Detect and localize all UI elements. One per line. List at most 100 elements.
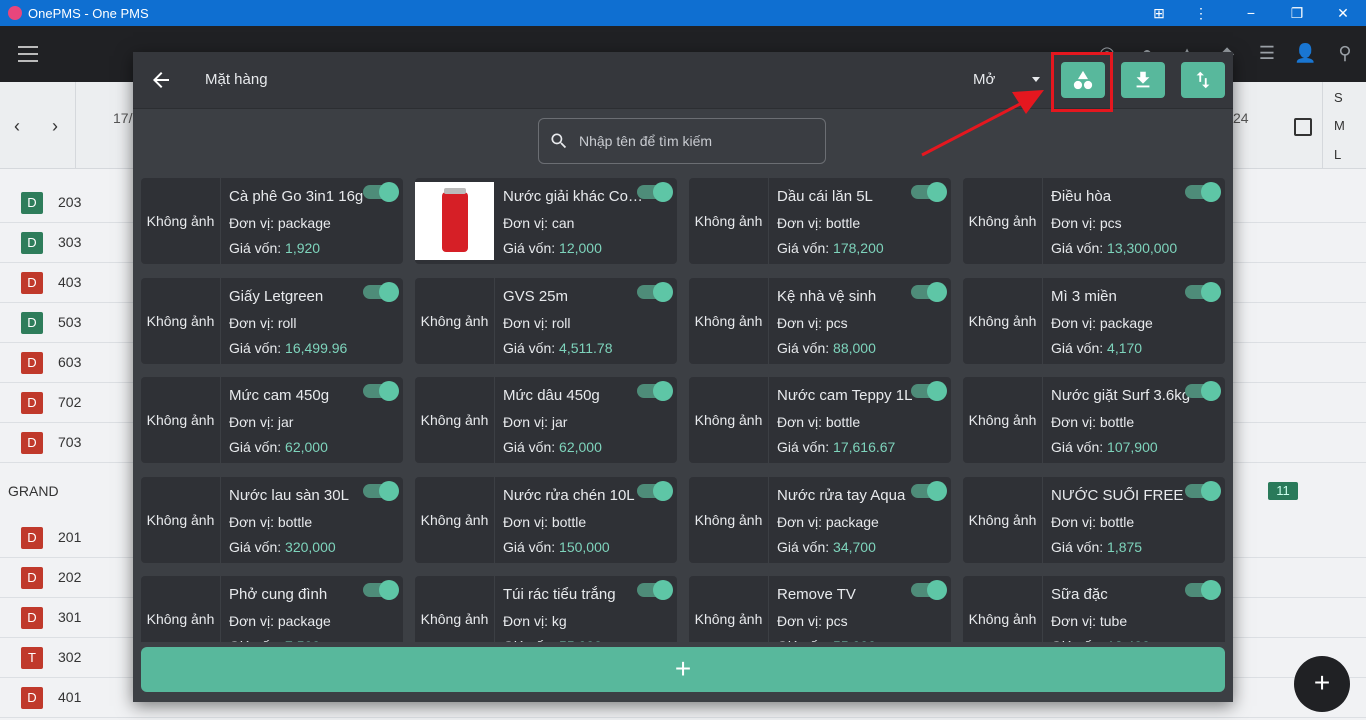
calendar-icon[interactable] (1294, 118, 1312, 136)
item-cost: Giá vốn: 88,000 (777, 340, 876, 356)
chevron-left-icon[interactable]: ‹ (14, 116, 20, 137)
room-number: 702 (58, 394, 82, 410)
item-name: Túi rác tiểu trắng (503, 586, 616, 603)
item-name: Điều hòa (1051, 188, 1112, 205)
item-card[interactable]: Không ảnh Phở cung đình Đơn vị: package Giá… (141, 576, 403, 642)
item-name: Nước cam Teppy 1L (777, 387, 913, 404)
unit-label: Đơn vị: (1051, 414, 1100, 430)
date-label-right: 24 (1233, 110, 1249, 126)
item-name: Kệ nhà vệ sinh (777, 287, 877, 305)
active-toggle[interactable] (1185, 580, 1221, 600)
toggle-knob (379, 281, 399, 302)
cost-value: 55,000 (833, 638, 876, 642)
item-card[interactable]: Không ảnh Nước rửa chén 10L Đơn vị: bottle… (415, 476, 677, 563)
add-fab-button[interactable]: + (1294, 656, 1350, 712)
active-toggle[interactable] (363, 580, 399, 600)
hamburger-menu-icon[interactable] (18, 46, 38, 67)
room-number: 603 (58, 354, 82, 370)
item-card[interactable]: Không ảnh Nước lau sàn 30L Đơn vị: bottle G… (141, 476, 403, 563)
minimize-button[interactable]: − (1228, 0, 1274, 26)
size-s[interactable]: S (1334, 90, 1343, 105)
active-toggle[interactable] (1185, 182, 1221, 202)
active-toggle[interactable] (637, 381, 673, 401)
item-card[interactable]: Không ảnh GVS 25m Đơn vị: roll Giá vốn: 4,5… (415, 277, 677, 364)
active-toggle[interactable] (363, 281, 399, 302)
items-dialog: Mặt hàng Mở Nhập tên để tìm kiếm Không ả… (133, 52, 1233, 702)
unit-value: jar (277, 414, 294, 430)
app-icon (8, 6, 22, 20)
item-cost: Giá vốn: 17,616.67 (777, 439, 895, 455)
item-card[interactable]: Không ảnh Mức dâu 450g Đơn vị: jar Giá vốn:… (415, 377, 677, 463)
no-image-placeholder: Không ảnh (415, 277, 495, 364)
cost-value: 4,511.78 (559, 339, 613, 356)
maximize-button[interactable]: ❐ (1274, 0, 1320, 26)
unit-value: bottle (277, 513, 313, 530)
item-name: Sữa đặc (1051, 586, 1108, 603)
more-options-icon[interactable]: ⋮ (1178, 0, 1224, 26)
item-card[interactable]: Không ảnh Remove TV Đơn vị: pcs Giá vốn: 55… (689, 576, 951, 642)
unit-value: pcs (1099, 215, 1122, 231)
search-icon (551, 133, 567, 149)
toggle-knob (1201, 580, 1221, 600)
unit-value: package (277, 215, 331, 231)
size-l[interactable]: L (1334, 147, 1341, 162)
add-item-button[interactable]: + (141, 647, 1225, 692)
active-toggle[interactable] (1185, 281, 1221, 302)
room-number: 303 (58, 234, 82, 250)
item-card[interactable]: Không ảnh Giấy Letgreen Đơn vị: roll Giá vố… (141, 277, 403, 364)
cost-label: Giá vốn: (777, 339, 834, 356)
item-card[interactable]: Không ảnh Nước cam Teppy 1L Đơn vị: bottle… (689, 377, 951, 463)
active-toggle[interactable] (911, 580, 947, 600)
active-toggle[interactable] (363, 480, 399, 501)
add-user-icon[interactable]: 👤 (1294, 43, 1316, 65)
item-card[interactable]: Không ảnh Cà phê Go 3in1 16g Đơn vị: packa… (141, 178, 403, 264)
unit-label: Đơn vị: (777, 513, 826, 530)
active-toggle[interactable] (637, 580, 673, 600)
active-toggle[interactable] (637, 182, 673, 202)
item-card[interactable]: Không ảnh Nước rửa tay Aqua Đơn vị: packag… (689, 476, 951, 563)
chevron-right-icon[interactable]: › (52, 116, 58, 137)
sort-button[interactable] (1181, 62, 1225, 98)
active-toggle[interactable] (911, 182, 947, 202)
active-toggle[interactable] (911, 480, 947, 501)
item-card[interactable]: Không ảnh Mì 3 miền Đơn vị: package Giá vốn… (963, 277, 1225, 364)
active-toggle[interactable] (637, 480, 673, 501)
status-badge: D (21, 352, 43, 374)
item-cost: Giá vốn: 12,400 (1051, 638, 1150, 642)
search-input[interactable]: Nhập tên để tìm kiếm (538, 118, 826, 164)
toggle-knob (379, 381, 399, 401)
back-arrow-icon[interactable] (149, 68, 173, 92)
no-image-placeholder: Không ảnh (415, 476, 495, 563)
size-m[interactable]: M (1334, 118, 1345, 133)
item-card[interactable]: Không ảnh Kệ nhà vệ sinh Đơn vị: pcs Giá vố… (689, 277, 951, 364)
close-button[interactable]: ✕ (1320, 0, 1366, 26)
download-button[interactable] (1121, 62, 1165, 98)
item-card[interactable]: Không ảnh NƯỚC SUỐI FREE Đơn vị: bottle Giá… (963, 476, 1225, 563)
item-card[interactable]: Không ảnh Nước giặt Surf 3.6kg Đơn vị: bot… (963, 377, 1225, 463)
item-card[interactable]: Không ảnh Điều hòa Đơn vị: pcs Giá vốn: 13,… (963, 178, 1225, 264)
item-name: Remove TV (777, 586, 856, 603)
item-unit: Đơn vị: bottle (1051, 514, 1134, 530)
active-toggle[interactable] (637, 281, 673, 302)
room-number: 703 (58, 434, 82, 450)
item-card[interactable]: Nước giải khác Coca Đơn vị: can Giá vốn: 1… (415, 178, 677, 264)
translate-icon[interactable]: ⊞ (1136, 0, 1182, 26)
active-toggle[interactable] (911, 381, 947, 401)
item-cost: Giá vốn: 107,900 (1051, 439, 1158, 455)
item-card[interactable]: Không ảnh Dầu cái lăn 5L Đơn vị: bottle Giá… (689, 178, 951, 264)
no-image-placeholder: Không ảnh (689, 178, 769, 264)
search-icon[interactable]: ⚲ (1334, 43, 1356, 65)
status-select[interactable]: Mở (973, 71, 995, 88)
toggle-knob (927, 480, 947, 501)
item-card[interactable]: Không ảnh Túi rác tiểu trắng Đơn vị: kg Giá… (415, 576, 677, 642)
active-toggle[interactable] (911, 281, 947, 302)
active-toggle[interactable] (1185, 480, 1221, 501)
active-toggle[interactable] (1185, 381, 1221, 401)
item-card[interactable]: Không ảnh Mức cam 450g Đơn vị: jar Giá vốn:… (141, 377, 403, 463)
active-toggle[interactable] (363, 381, 399, 401)
item-card[interactable]: Không ảnh Sữa đặc Đơn vị: tube Giá vốn: 12,… (963, 576, 1225, 642)
item-name: Nước giải khác Coca (503, 188, 643, 205)
active-toggle[interactable] (363, 182, 399, 202)
list-view-icon[interactable]: ☰ (1256, 43, 1278, 65)
chevron-down-icon[interactable] (1032, 77, 1040, 82)
